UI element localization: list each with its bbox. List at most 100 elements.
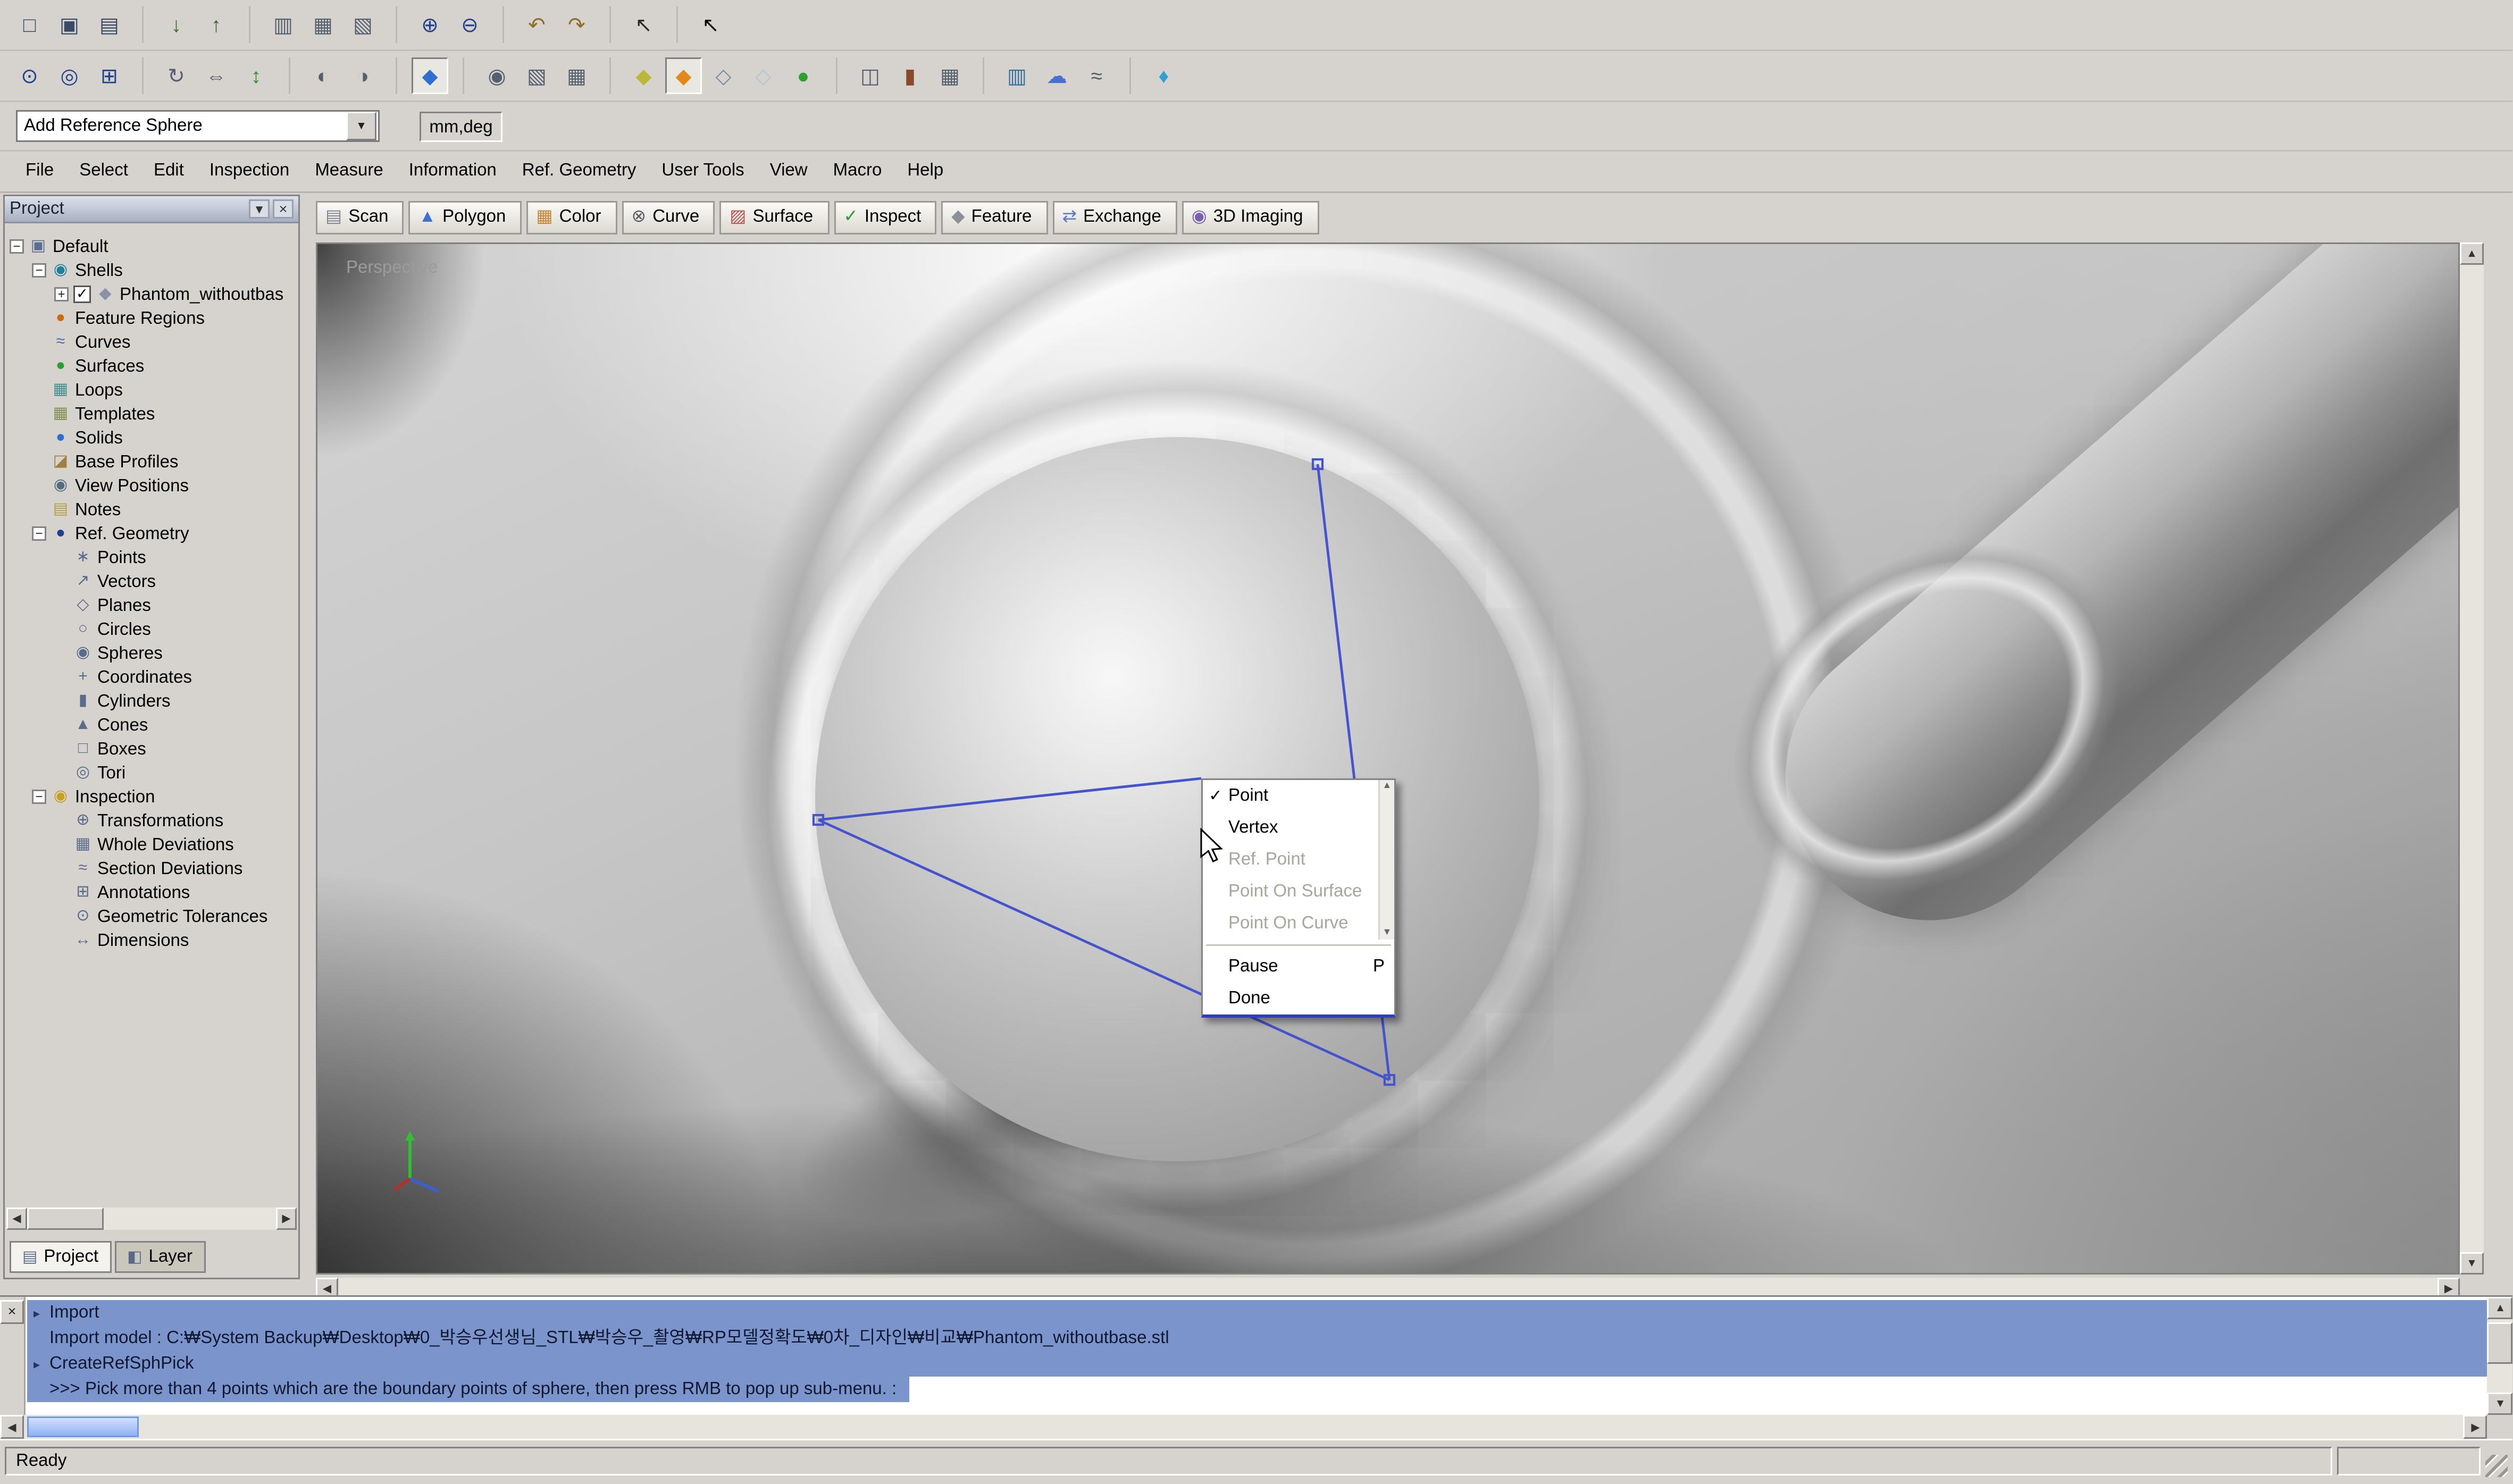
- menu-help[interactable]: Help: [894, 156, 956, 185]
- tree-item-inspection[interactable]: −◉Inspection: [6, 785, 297, 809]
- menu-item-pause[interactable]: PauseP: [1203, 951, 1394, 983]
- menu-item-vertex[interactable]: Vertex: [1203, 812, 1378, 844]
- tree-item-curves[interactable]: ≈Curves: [6, 330, 297, 354]
- log-line[interactable]: ▸CreateRefSphPick: [27, 1351, 2487, 1377]
- tab-surface[interactable]: ▨Surface: [720, 200, 829, 234]
- shading-flat-button[interactable]: ◆: [625, 57, 662, 94]
- plus-expander[interactable]: +: [54, 287, 69, 301]
- tree-item-solids[interactable]: ●Solids: [6, 426, 297, 450]
- console-vertical-scrollbar[interactable]: ▲ ▼: [2487, 1297, 2513, 1415]
- menu-information[interactable]: Information: [396, 156, 509, 185]
- deviation-chart-button[interactable]: ▥: [999, 57, 1035, 94]
- combobox-dropdown-button[interactable]: ▼: [346, 112, 376, 140]
- tab-polygon[interactable]: ▲Polygon: [409, 200, 522, 234]
- tree-item-cylinders[interactable]: ▮Cylinders: [6, 689, 297, 713]
- tab-color[interactable]: ▦Color: [526, 200, 617, 234]
- scroll-up-button[interactable]: ▲: [2460, 242, 2484, 265]
- resize-grip[interactable]: [2486, 1455, 2508, 1478]
- menu-user-tools[interactable]: User Tools: [649, 156, 757, 185]
- pan-view-button[interactable]: ⇔: [198, 57, 234, 94]
- export-model-button[interactable]: ↑: [198, 6, 234, 43]
- material-color-button[interactable]: ●: [785, 57, 822, 94]
- shaded-view-button[interactable]: ◆: [412, 57, 448, 94]
- tree-item-geometric-tolerances[interactable]: ⊙Geometric Tolerances: [6, 904, 297, 928]
- scroll-down-button[interactable]: ▼: [2487, 1393, 2513, 1415]
- menu-item-point[interactable]: ✓Point: [1203, 780, 1378, 812]
- scroll-track[interactable]: [2487, 1319, 2513, 1393]
- minus-expander[interactable]: −: [32, 526, 46, 541]
- shading-wireframe-button[interactable]: ◇: [705, 57, 742, 94]
- data-table-button[interactable]: ▦: [558, 57, 595, 94]
- tree-item-vectors[interactable]: ↗Vectors: [6, 569, 297, 593]
- import-model-button[interactable]: ↓: [158, 6, 195, 43]
- tree-item-shells[interactable]: −◉Shells: [6, 258, 297, 282]
- zoom-out-button[interactable]: ⊖: [451, 6, 488, 43]
- scroll-track[interactable]: [24, 1415, 2464, 1439]
- tree-item-dimensions[interactable]: ↔Dimensions: [6, 928, 297, 952]
- tab-curve[interactable]: ⊗Curve: [622, 200, 716, 234]
- open-file-button[interactable]: ▣: [51, 6, 88, 43]
- tree-item-ref-geometry[interactable]: −●Ref. Geometry: [6, 522, 297, 546]
- tab-feature[interactable]: ◆Feature: [942, 200, 1048, 234]
- log-line[interactable]: Import model : C:₩System Backup₩Desktop₩…: [27, 1326, 2487, 1351]
- curvature-plot-button[interactable]: ≈: [1078, 57, 1115, 94]
- tree-item-base-profiles[interactable]: ◪Base Profiles: [6, 450, 297, 474]
- menu-file[interactable]: File: [13, 156, 66, 185]
- menu-ref-geometry[interactable]: Ref. Geometry: [509, 156, 649, 185]
- tree-item-phantom-withoutbas[interactable]: +✓◆Phantom_withoutbas: [6, 282, 297, 306]
- tree-item-section-deviations[interactable]: ≈Section Deviations: [6, 857, 297, 881]
- fit-view-button[interactable]: ↕: [238, 57, 274, 94]
- tree-item-loops[interactable]: ▦Loops: [6, 378, 297, 402]
- tree-item-spheres[interactable]: ◉Spheres: [6, 641, 297, 665]
- scroll-track[interactable]: [27, 1208, 276, 1230]
- menu-macro[interactable]: Macro: [820, 156, 895, 185]
- tree-item-notes[interactable]: ▤Notes: [6, 498, 297, 522]
- menu-measure[interactable]: Measure: [302, 156, 396, 185]
- system-info-button[interactable]: ▧: [345, 6, 381, 43]
- bounding-box-button[interactable]: ▧: [518, 57, 555, 94]
- rotate-view-button[interactable]: ↻: [158, 57, 195, 94]
- tree-item-tori[interactable]: ◎Tori: [6, 761, 297, 785]
- scroll-up-button[interactable]: ▲: [2487, 1297, 2513, 1319]
- panel-tab-layer[interactable]: ◧Layer: [114, 1241, 205, 1273]
- menu-edit[interactable]: Edit: [141, 156, 197, 185]
- tree-item-templates[interactable]: ▦Templates: [6, 402, 297, 426]
- previous-view-button[interactable]: ◐: [305, 57, 341, 94]
- tab-3d-imaging[interactable]: ◉3D Imaging: [1182, 200, 1319, 234]
- tree-item-cones[interactable]: ▲Cones: [6, 713, 297, 737]
- shading-smooth-button[interactable]: ◆: [665, 57, 702, 94]
- viewport-vertical-scrollbar[interactable]: ▲ ▼: [2460, 242, 2484, 1275]
- viewport-3d[interactable]: Perspective ✓PointVertexRef. PointPoint …: [316, 242, 2460, 1275]
- tree-item-points[interactable]: ∗Points: [6, 546, 297, 569]
- tree-item-feature-regions[interactable]: ●Feature Regions: [6, 306, 297, 330]
- new-document-button[interactable]: □: [11, 6, 48, 43]
- save-file-button[interactable]: ▤: [91, 6, 128, 43]
- tree-item-whole-deviations[interactable]: ▦Whole Deviations: [6, 833, 297, 857]
- menu-item-done[interactable]: Done: [1203, 983, 1394, 1015]
- tree-item-default[interactable]: −▣Default: [6, 234, 297, 258]
- tree-item-surfaces[interactable]: ●Surfaces: [6, 354, 297, 378]
- log-line[interactable]: ▸Import: [27, 1300, 2487, 1326]
- tree-item-annotations[interactable]: ⊞Annotations: [6, 881, 297, 904]
- shading-points-button[interactable]: ◇: [745, 57, 782, 94]
- console-output[interactable]: ▸ImportImport model : C:₩System Backup₩D…: [27, 1300, 2487, 1415]
- tree-item-circles[interactable]: ○Circles: [6, 617, 297, 641]
- auto-hide-button[interactable]: ▾: [249, 199, 270, 219]
- undo-button[interactable]: ↶: [518, 6, 555, 43]
- render-mode-button[interactable]: ♦: [1145, 57, 1182, 94]
- context-menu-scrollbar[interactable]: ▲▼: [1378, 780, 1394, 940]
- minus-expander[interactable]: −: [10, 239, 24, 254]
- checkbox[interactable]: ✓: [73, 286, 91, 303]
- minus-expander[interactable]: −: [32, 263, 46, 278]
- tree-item-boxes[interactable]: □Boxes: [6, 737, 297, 761]
- tab-inspect[interactable]: ✓Inspect: [834, 200, 937, 234]
- minus-expander[interactable]: −: [32, 790, 46, 804]
- select-entities-button[interactable]: ↖: [625, 6, 662, 43]
- tree-item-view-positions[interactable]: ◉View Positions: [6, 474, 297, 498]
- scroll-right-button[interactable]: ▶: [276, 1208, 297, 1230]
- redo-button[interactable]: ↷: [558, 6, 595, 43]
- measure-cylinder-button[interactable]: ▮: [892, 57, 928, 94]
- pointer-tool-button[interactable]: ↖: [692, 6, 729, 43]
- console-close-button[interactable]: ×: [0, 1300, 24, 1324]
- scroll-track[interactable]: [2460, 265, 2484, 1252]
